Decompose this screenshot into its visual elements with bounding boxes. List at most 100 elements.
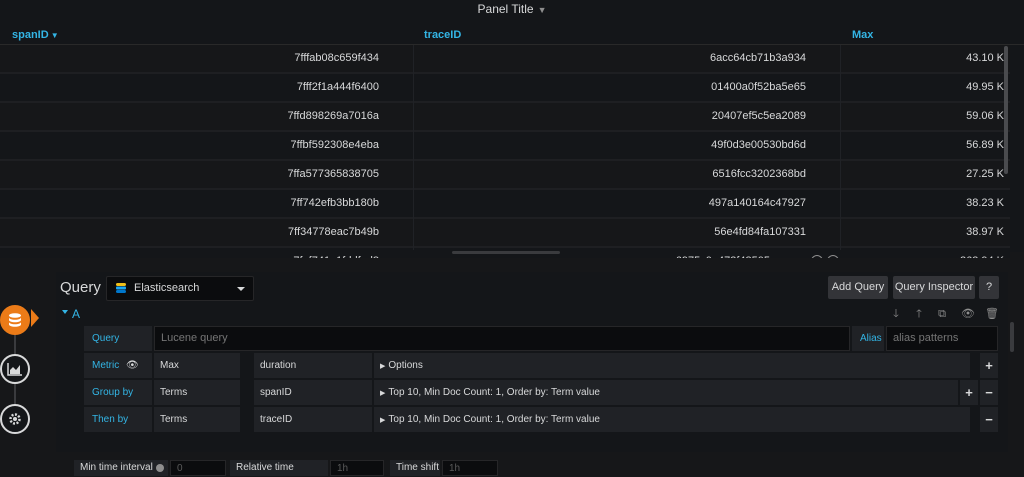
- cell-spanid: 7ff742efb3bb180b: [290, 197, 380, 209]
- metric-field-select[interactable]: duration: [254, 353, 372, 378]
- datasource-name: Elasticsearch: [134, 282, 200, 294]
- collapse-caret-icon[interactable]: [62, 310, 68, 314]
- then-by-label: Then by: [84, 407, 152, 432]
- alias-label: Alias: [852, 326, 884, 351]
- query-panel: Query Elasticsearch Add Query Query Insp…: [56, 272, 1008, 452]
- group-by-options-text: Top 10, Min Doc Count: 1, Order by: Term…: [388, 387, 600, 398]
- cell-max: 59.06 K: [966, 110, 1004, 122]
- help-button[interactable]: ?: [979, 276, 999, 299]
- group-by-field-select[interactable]: spanID: [254, 380, 372, 405]
- query-heading: Query: [60, 279, 101, 296]
- relative-time-input[interactable]: 1h: [330, 460, 384, 476]
- column-header-label[interactable]: spanID: [12, 29, 49, 41]
- remove-bucket-button[interactable]: −: [980, 407, 998, 432]
- sidebar-item-general[interactable]: [0, 404, 30, 434]
- remove-bucket-button[interactable]: −: [980, 380, 998, 405]
- cell-max: 38.97 K: [966, 226, 1004, 238]
- caret-down-icon[interactable]: ▼: [538, 5, 547, 15]
- then-by-field-select[interactable]: traceID: [254, 407, 372, 432]
- cell-spanid: 7ffd898269a7016a: [287, 110, 379, 122]
- metric-options-text: Options: [388, 360, 423, 371]
- column-header-label[interactable]: traceID: [424, 29, 461, 41]
- time-shift-input[interactable]: 1h: [442, 460, 498, 476]
- caret-right-icon: ▶: [380, 417, 386, 424]
- column-header-traceid[interactable]: traceID: [424, 26, 461, 44]
- relative-time-label: Relative time: [230, 460, 328, 476]
- elasticsearch-icon: [116, 283, 126, 293]
- metric-type-select[interactable]: Max: [154, 353, 240, 378]
- column-header-spanid[interactable]: spanID ▼: [12, 26, 59, 45]
- cell-traceid: 49f0d3e00530bd6d: [711, 139, 806, 151]
- sidebar-item-visualization[interactable]: [0, 354, 30, 384]
- column-header-label[interactable]: Max: [852, 29, 873, 41]
- cell-max: 27.25 K: [966, 168, 1004, 180]
- cell-traceid: 01400a0f52ba5e65: [711, 81, 806, 93]
- database-icon: [9, 313, 21, 327]
- table-row: 7fff2f1a444f6400 01400a0f52ba5e65 49.95 …: [0, 74, 1010, 103]
- cell-spanid: 7ffa577365838705: [287, 168, 379, 180]
- table-row: 7ffbf592308e4eba 49f0d3e00530bd6d 56.89 …: [0, 132, 1010, 161]
- datasource-picker[interactable]: Elasticsearch: [106, 276, 254, 301]
- group-by-options-toggle[interactable]: ▶ Top 10, Min Doc Count: 1, Order by: Ter…: [374, 380, 958, 405]
- metric-label: Metric 👁: [84, 353, 152, 378]
- settings-gear-icon: [9, 413, 21, 425]
- table-row: 7fffab08c659f434 6acc64cb71b3a934 43.10 …: [0, 45, 1010, 74]
- column-header-max[interactable]: Max: [852, 26, 873, 44]
- caret-right-icon: ▶: [380, 363, 386, 370]
- metric-options-toggle[interactable]: ▶ Options: [374, 353, 970, 378]
- panel-title[interactable]: Panel Title ▼: [0, 0, 1024, 18]
- then-by-options-toggle[interactable]: ▶ Top 10, Min Doc Count: 1, Order by: Ter…: [374, 407, 970, 432]
- add-bucket-button[interactable]: +: [960, 380, 978, 405]
- sort-desc-icon[interactable]: ▼: [51, 31, 59, 40]
- delete-icon[interactable]: 🗑: [985, 308, 999, 320]
- info-icon[interactable]: [156, 464, 164, 472]
- eye-icon[interactable]: 👁: [126, 360, 139, 371]
- table-row: 7ff34778eac7b49b 56e4fd84fa107331 38.97 …: [0, 219, 1010, 248]
- table-header: spanID ▼ traceID Max: [0, 26, 1024, 45]
- table-panel: Panel Title ▼ spanID ▼ traceID Max 7fffab0…: [0, 0, 1024, 277]
- column-divider: [840, 45, 841, 250]
- group-by-label: Group by: [84, 380, 152, 405]
- add-query-button[interactable]: Add Query: [828, 276, 888, 299]
- table-scrollbar[interactable]: [1004, 46, 1008, 174]
- then-by-type-select[interactable]: Terms: [154, 407, 240, 432]
- cell-traceid: 6acc64cb71b3a934: [709, 52, 806, 64]
- cell-spanid: 7ffbf592308e4eba: [290, 139, 380, 151]
- add-metric-button[interactable]: +: [980, 353, 998, 378]
- cell-max: 49.95 K: [966, 81, 1004, 93]
- query-label: Query: [84, 326, 152, 351]
- cell-traceid: 497a140164c47927: [708, 197, 806, 209]
- query-inspector-button[interactable]: Query Inspector: [893, 276, 975, 299]
- panel-resize-handle[interactable]: [452, 251, 560, 254]
- min-interval-label: Min time interval: [74, 460, 168, 476]
- min-interval-input[interactable]: 0: [170, 460, 226, 476]
- caret-right-icon: ▶: [380, 390, 386, 397]
- metric-label-text: Metric: [92, 360, 120, 371]
- min-interval-label-text: Min time interval: [80, 462, 153, 473]
- cell-max: 43.10 K: [966, 52, 1004, 64]
- toggle-visibility-icon[interactable]: 👁: [961, 308, 975, 320]
- cell-traceid: 56e4fd84fa107331: [714, 226, 806, 238]
- move-down-icon[interactable]: 🡓: [890, 308, 902, 320]
- cell-max: 38.23 K: [966, 197, 1004, 209]
- chart-area-icon: [7, 363, 22, 376]
- table-row: 7ffd898269a7016a 20407ef5c5ea2089 59.06 …: [0, 103, 1010, 132]
- editor-scrollbar[interactable]: [1010, 322, 1014, 352]
- alias-input[interactable]: [886, 326, 998, 351]
- sidebar-item-queries[interactable]: [0, 305, 30, 335]
- lucene-query-input[interactable]: [154, 326, 850, 351]
- cell-spanid: 7ff34778eac7b49b: [288, 226, 379, 238]
- chevron-down-icon: [237, 287, 245, 291]
- duplicate-icon[interactable]: ⧉: [936, 308, 948, 320]
- cell-spanid: 7fff2f1a444f6400: [296, 81, 379, 93]
- cell-max: 56.89 K: [966, 139, 1004, 151]
- panel-title-text[interactable]: Panel Title: [478, 2, 534, 16]
- active-indicator: [31, 309, 39, 327]
- group-by-type-select[interactable]: Terms: [154, 380, 240, 405]
- query-row-header[interactable]: A 🡓 🡑 ⧉ 👁 🗑: [56, 306, 1008, 322]
- table-row: 7ff742efb3bb180b 497a140164c47927 38.23 …: [0, 190, 1010, 219]
- table-row: 7ffa577365838705 6516fcc3202368bd 27.25 …: [0, 161, 1010, 190]
- move-up-icon[interactable]: 🡑: [913, 308, 925, 320]
- query-ref-id[interactable]: A: [72, 306, 80, 322]
- query-editor: Query Elasticsearch Add Query Query Insp…: [0, 258, 1024, 476]
